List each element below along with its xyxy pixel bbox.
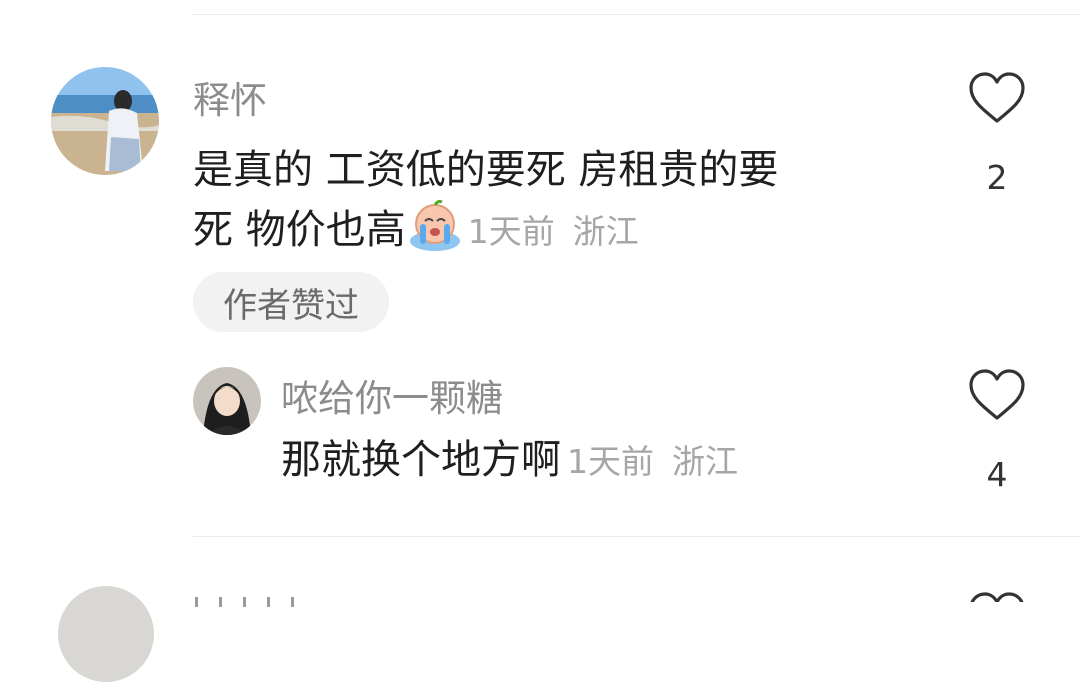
comment-text-line2: 死 物价也高 bbox=[193, 207, 406, 253]
user-avatar[interactable] bbox=[51, 67, 159, 175]
comment-username[interactable]: 释怀 bbox=[193, 70, 267, 124]
reply-like-count: 4 bbox=[986, 455, 1008, 494]
reply-text-row: 那就换个地方啊 1天前 浙江 bbox=[281, 431, 738, 491]
comment-like-button[interactable]: 2 bbox=[967, 70, 1027, 197]
avatar-image bbox=[193, 367, 261, 435]
top-divider bbox=[193, 14, 1080, 15]
comment-meta: 1天前 浙江 bbox=[468, 212, 639, 251]
comment-text-line1: 是真的 工资低的要死 房租贵的要 bbox=[193, 147, 779, 193]
reply-location: 浙江 bbox=[672, 442, 738, 481]
reply-like-button[interactable]: 4 bbox=[967, 367, 1027, 494]
comment-like-count: 2 bbox=[986, 158, 1008, 197]
comment-location: 浙江 bbox=[572, 212, 639, 251]
heart-outline-icon bbox=[969, 72, 1025, 123]
reply-time: 1天前 bbox=[567, 442, 654, 481]
next-comment-like-partial[interactable] bbox=[967, 590, 1027, 602]
heart-outline-icon bbox=[970, 592, 1024, 602]
reply-avatar[interactable] bbox=[193, 367, 261, 435]
heart-outline-icon bbox=[969, 369, 1025, 420]
avatar-image bbox=[51, 67, 159, 175]
author-liked-badge: 作者赞过 bbox=[193, 272, 389, 332]
reply-username[interactable]: 哝给你一颗糖 bbox=[281, 368, 503, 422]
reply-text: 那就换个地方啊 bbox=[281, 437, 561, 483]
comment-text: 是真的 工资低的要死 房租贵的要 死 物价也高 1天前 浙江 bbox=[193, 141, 893, 269]
comment-time: 1天前 bbox=[467, 212, 555, 251]
crying-face-emoji-icon bbox=[408, 199, 462, 269]
reply-meta: 1天前 浙江 bbox=[567, 442, 738, 481]
bottom-divider bbox=[193, 536, 1080, 537]
next-comment-avatar[interactable] bbox=[58, 586, 154, 682]
comment-text-line2-row: 死 物价也高 1天前 浙江 bbox=[193, 199, 893, 269]
next-comment-username-partial bbox=[193, 592, 303, 607]
